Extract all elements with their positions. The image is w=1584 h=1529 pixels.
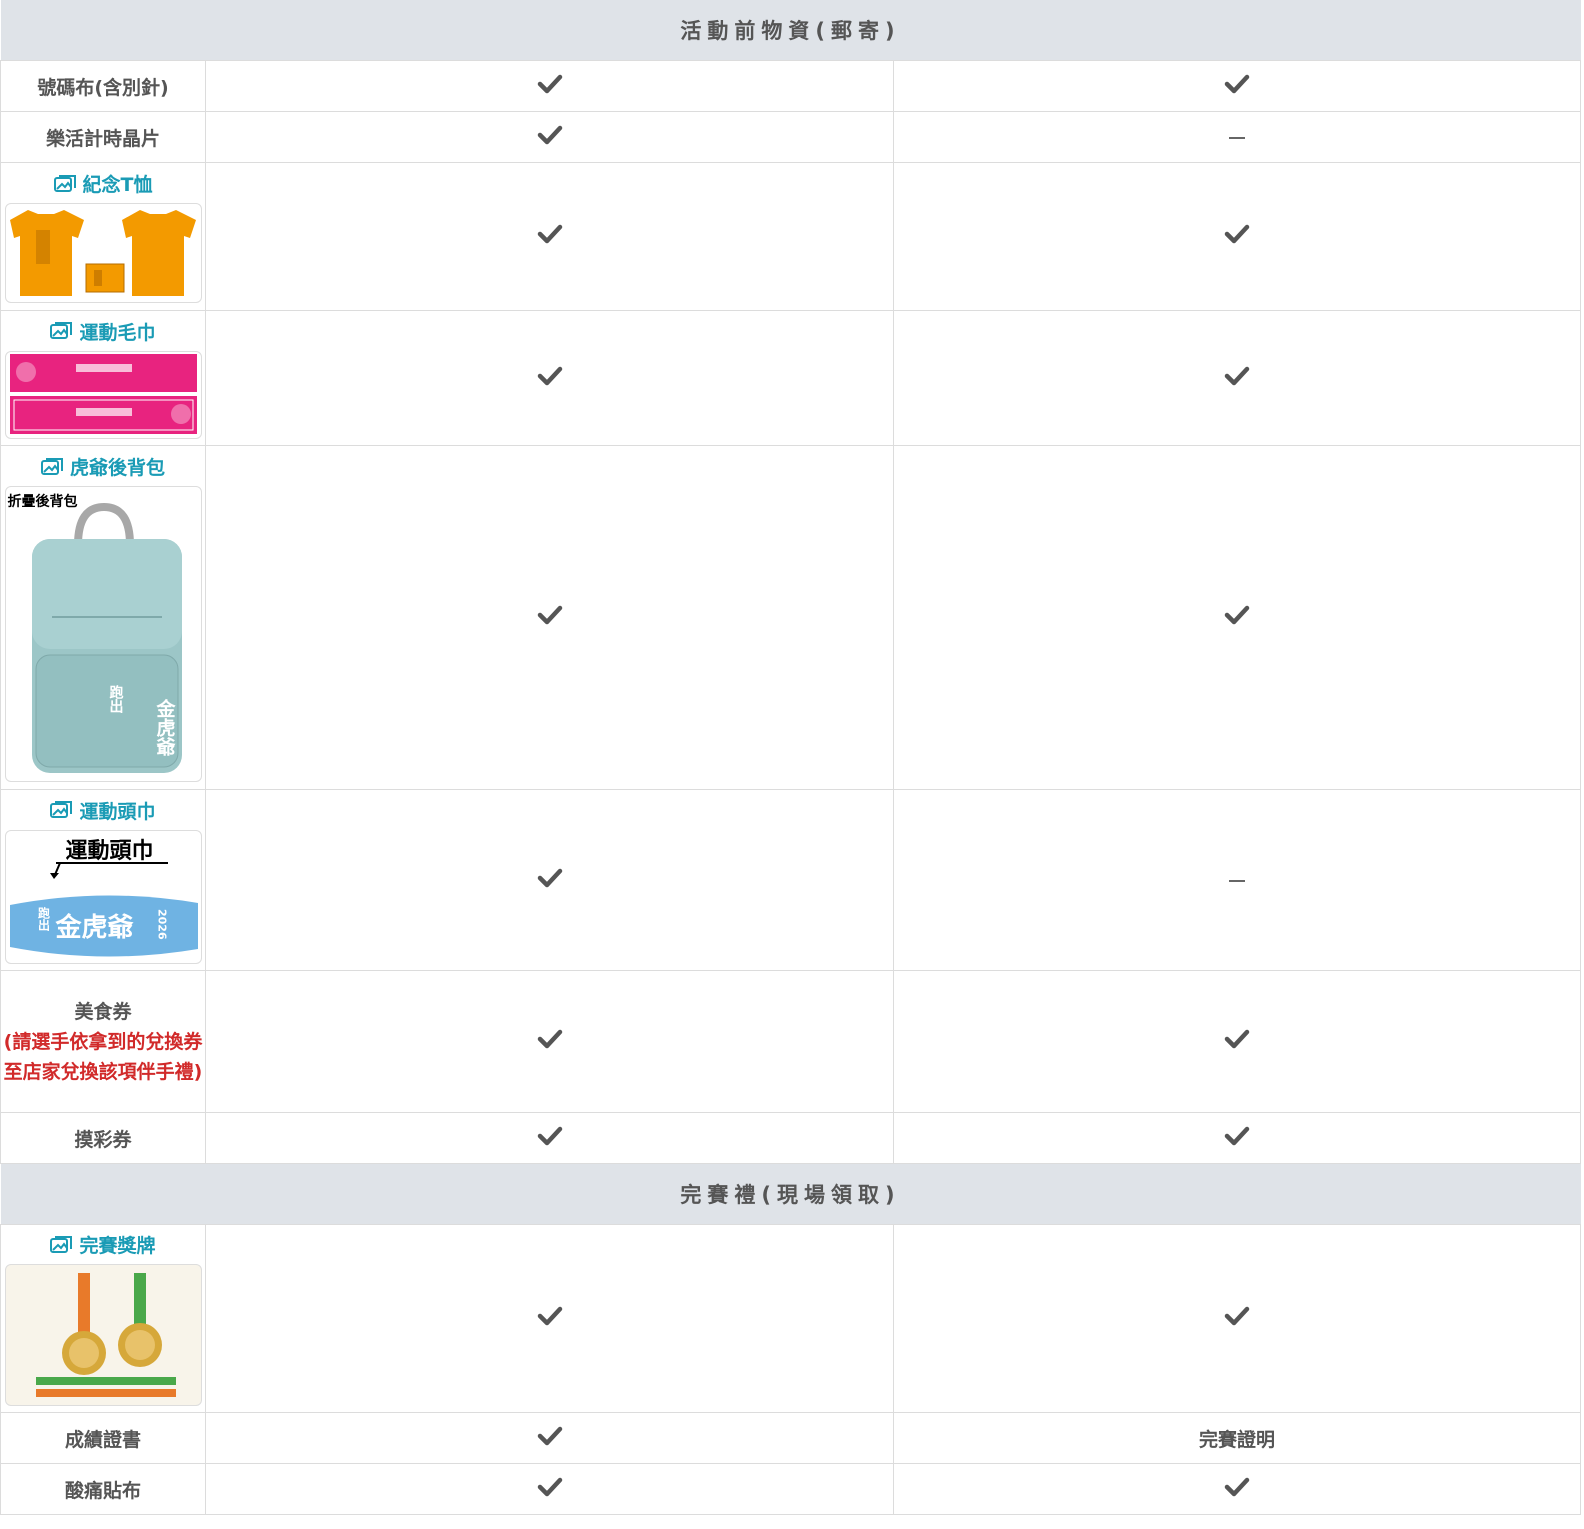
row-label-lottery: 摸彩券	[0, 1112, 206, 1164]
section-header-finish: 完賽禮(現場領取)	[0, 1163, 1581, 1225]
finish-proof-cell: 完賽證明	[892, 1412, 1582, 1464]
checkmark-icon	[537, 1476, 563, 1498]
checkmark-icon	[537, 1305, 563, 1327]
check-cell	[892, 1463, 1582, 1515]
table-row: 成績證書 完賽證明	[0, 1412, 1582, 1464]
check-cell	[205, 1463, 894, 1515]
dash-icon	[1229, 136, 1246, 139]
image-icon	[50, 801, 73, 819]
check-cell	[892, 970, 1582, 1113]
check-cell	[205, 445, 894, 790]
table-row: 完賽獎牌	[0, 1224, 1582, 1413]
checkmark-icon	[537, 365, 563, 387]
image-link-label: 運動毛巾	[79, 321, 156, 344]
check-cell	[205, 1412, 894, 1464]
checkmark-icon	[537, 223, 563, 245]
image-link-medal[interactable]: 完賽獎牌	[1, 1231, 205, 1258]
check-cell	[205, 60, 894, 112]
checkmark-icon	[1224, 365, 1250, 387]
check-cell	[892, 1112, 1582, 1164]
image-link-label: 完賽獎牌	[79, 1235, 156, 1257]
row-label-patch: 酸痛貼布	[0, 1463, 206, 1515]
checkmark-icon	[1224, 73, 1250, 95]
image-link-headband[interactable]: 運動頭巾	[1, 797, 205, 824]
row-label-backpack-cell: 虎爺後背包 折疊後背包 金虎爺 跑出	[0, 445, 206, 790]
checkmark-icon	[1224, 604, 1250, 626]
dash-cell	[892, 789, 1582, 971]
image-icon	[53, 174, 76, 193]
checkmark-icon	[537, 1125, 563, 1147]
table-row: 紀念T恤	[0, 162, 1582, 311]
check-cell	[892, 60, 1582, 112]
check-cell	[205, 789, 894, 971]
dash-cell	[892, 111, 1582, 163]
table-row: 號碼布(含別針)	[0, 60, 1582, 112]
row-label-headband-cell: 運動頭巾 運動頭巾 跑出 金虎爺 2026	[0, 789, 206, 971]
check-cell	[205, 111, 894, 163]
table-row: 運動頭巾 運動頭巾 跑出 金虎爺 2026	[0, 789, 1582, 971]
image-icon	[50, 322, 73, 340]
backpack-side-text: 跑出	[107, 685, 124, 713]
check-cell	[205, 1112, 894, 1164]
tshirt-image[interactable]	[4, 203, 202, 303]
table-row: 樂活計時晶片	[0, 111, 1582, 163]
image-icon	[40, 457, 63, 476]
image-link-tshirt[interactable]: 紀念T恤	[1, 170, 205, 197]
check-cell	[205, 310, 894, 446]
food-voucher-label: 美食券	[74, 1000, 132, 1023]
row-label-chip: 樂活計時晶片	[0, 111, 206, 163]
checkmark-icon	[1224, 1028, 1250, 1050]
row-label-towel-cell: 運動毛巾	[0, 310, 206, 446]
check-cell	[205, 162, 894, 311]
checkmark-icon	[537, 124, 563, 146]
check-cell	[892, 162, 1582, 311]
checkmark-icon	[1224, 1125, 1250, 1147]
table-row: 酸痛貼布	[0, 1463, 1582, 1515]
table-row: 摸彩券	[0, 1112, 1582, 1164]
checkmark-icon	[537, 604, 563, 626]
medal-image[interactable]	[4, 1264, 202, 1406]
row-label-bib: 號碼布(含別針)	[0, 60, 206, 112]
comparison-table: 活動前物資(郵寄) 號碼布(含別針) 樂活計時晶片 紀念T恤 運動毛巾 虎爺後背…	[0, 0, 1582, 1515]
check-cell	[205, 1224, 894, 1413]
image-link-label: 運動頭巾	[79, 800, 156, 823]
checkmark-icon	[1224, 1305, 1250, 1327]
check-cell	[892, 310, 1582, 446]
food-voucher-note: (請選手依拿到的兌換券至店家兌換該項伴手禮)	[3, 1030, 203, 1083]
image-link-label: 虎爺後背包	[69, 457, 165, 479]
check-cell	[892, 1224, 1582, 1413]
row-label-food: 美食券 (請選手依拿到的兌換券至店家兌換該項伴手禮)	[0, 970, 206, 1113]
backpack-caption: 折疊後背包	[7, 494, 78, 510]
table-row: 虎爺後背包 折疊後背包 金虎爺 跑出	[0, 445, 1582, 790]
checkmark-icon	[1224, 1476, 1250, 1498]
headband-brand-text: 金虎爺	[55, 912, 134, 943]
backpack-image[interactable]: 折疊後背包 金虎爺 跑出	[4, 486, 202, 782]
section-header-pre: 活動前物資(郵寄)	[0, 0, 1581, 61]
checkmark-icon	[537, 1028, 563, 1050]
image-link-label: 紀念T恤	[82, 174, 153, 196]
checkmark-icon	[537, 867, 563, 889]
headband-caption: 運動頭巾	[65, 838, 154, 864]
headband-image[interactable]: 運動頭巾 跑出 金虎爺 2026	[4, 829, 202, 964]
image-link-backpack[interactable]: 虎爺後背包	[1, 453, 205, 480]
checkmark-icon	[537, 73, 563, 95]
headband-year-text: 2026	[155, 908, 169, 940]
check-cell	[892, 445, 1582, 790]
table-row: 美食券 (請選手依拿到的兌換券至店家兌換該項伴手禮)	[0, 970, 1582, 1113]
backpack-brand-text: 金虎爺	[153, 699, 176, 756]
row-label-certificate: 成績證書	[0, 1412, 206, 1464]
headband-side-text: 跑出	[36, 906, 51, 931]
towel-image[interactable]	[4, 350, 202, 439]
image-icon	[50, 1235, 73, 1254]
row-label-tshirt-cell: 紀念T恤	[0, 162, 206, 311]
row-label-medal-cell: 完賽獎牌	[0, 1224, 206, 1413]
image-link-towel[interactable]: 運動毛巾	[1, 318, 205, 345]
check-cell	[205, 970, 894, 1113]
table-row: 運動毛巾	[0, 310, 1582, 446]
checkmark-icon	[1224, 223, 1250, 245]
dash-icon	[1229, 879, 1246, 882]
checkmark-icon	[537, 1425, 563, 1447]
